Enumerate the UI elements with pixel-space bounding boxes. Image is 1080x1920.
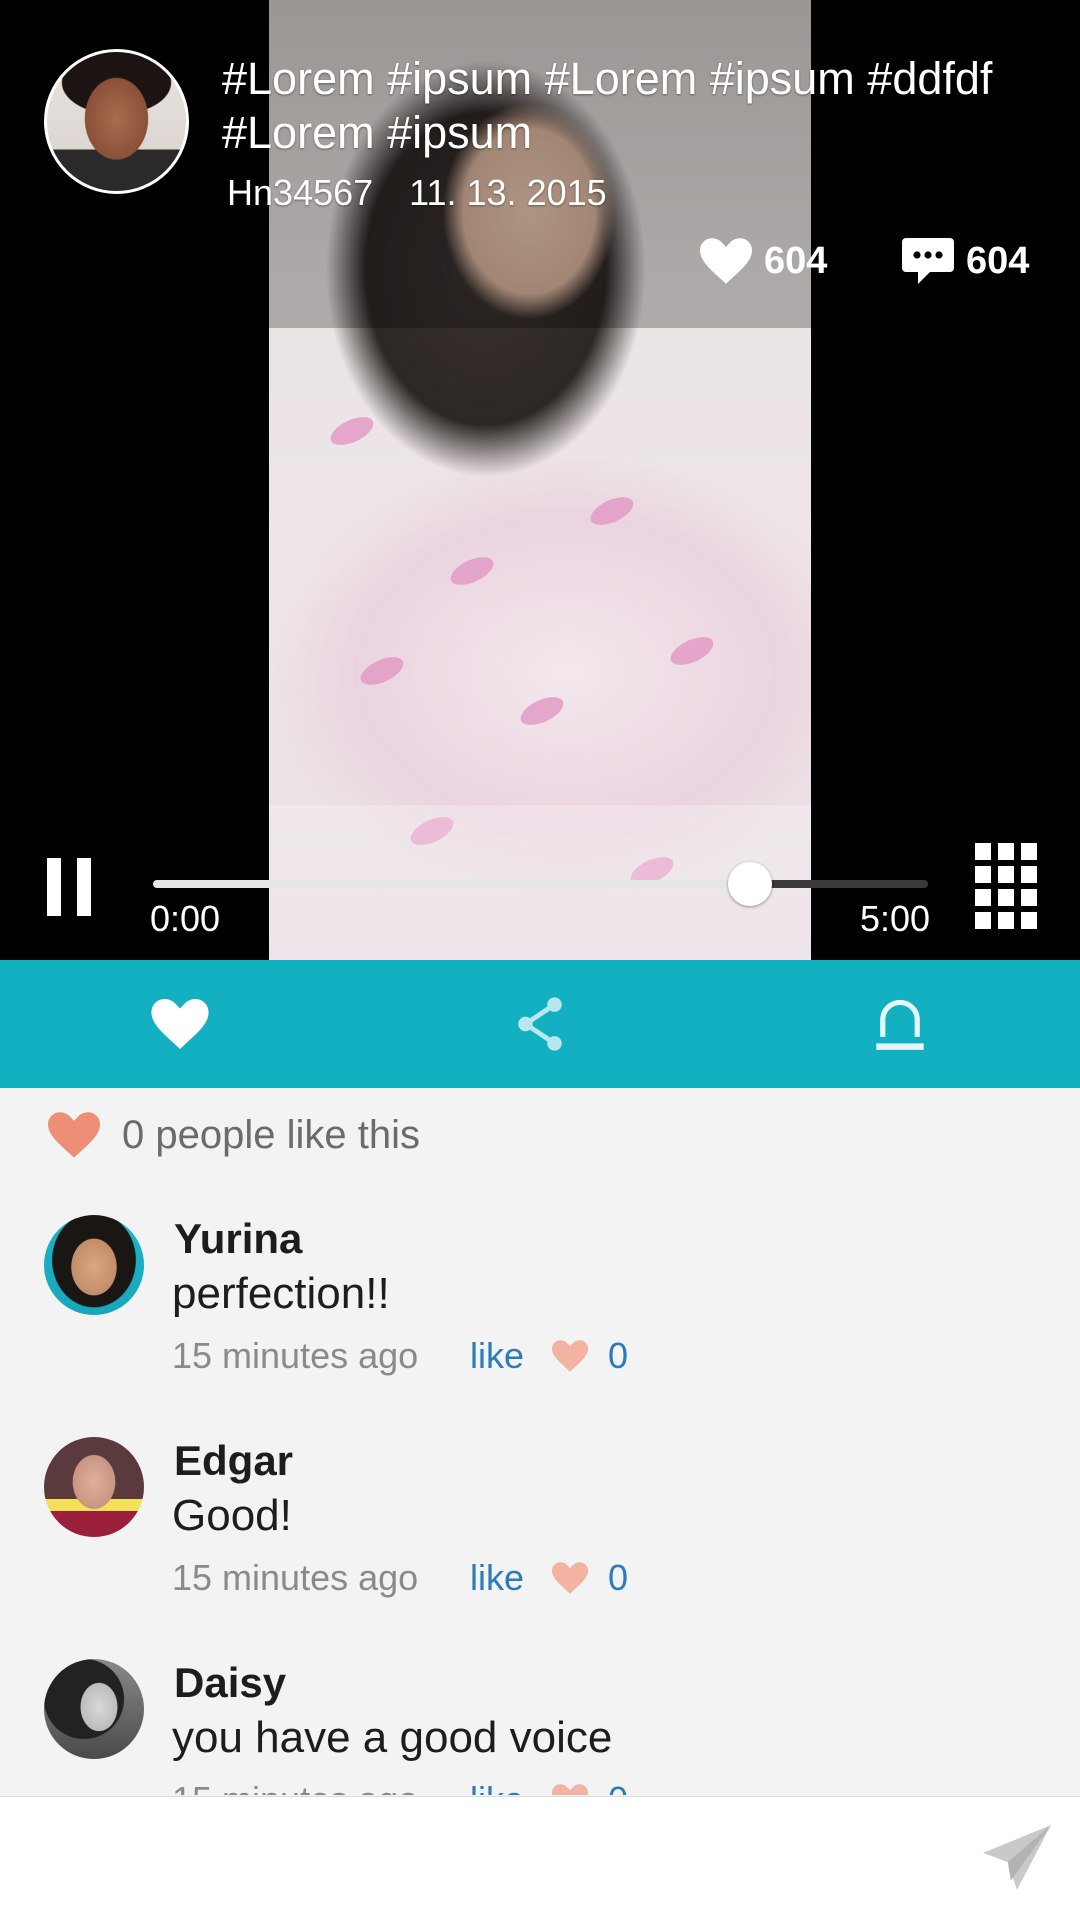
total-time: 5:00 bbox=[860, 898, 931, 939]
comment-author[interactable]: Edgar bbox=[174, 1437, 293, 1485]
comment-meta: 15 minutes ago like 0 bbox=[172, 1557, 628, 1599]
author-avatar[interactable] bbox=[44, 49, 189, 194]
hashtags-line-1: #Lorem #ipsum #Lorem #ipsum #ddfdf bbox=[222, 53, 993, 104]
comment-author[interactable]: Yurina bbox=[174, 1215, 302, 1263]
pause-icon bbox=[47, 858, 61, 916]
comment-text: Good! bbox=[172, 1491, 292, 1540]
heart-icon[interactable] bbox=[552, 1562, 608, 1594]
heart-icon[interactable] bbox=[552, 1784, 608, 1795]
comment-like-button[interactable]: like bbox=[470, 1557, 552, 1599]
like-action-button[interactable] bbox=[0, 960, 360, 1088]
author-id[interactable]: Hn34567 bbox=[227, 172, 373, 214]
send-button[interactable] bbox=[980, 1822, 1054, 1896]
comments-count: 604 bbox=[966, 239, 1030, 282]
likes-stat[interactable]: 604 bbox=[700, 238, 827, 284]
comment-time: 15 minutes ago bbox=[172, 1779, 470, 1795]
share-action-button[interactable] bbox=[360, 960, 720, 1088]
comment-meta: 15 minutes ago like 0 bbox=[172, 1779, 628, 1795]
avatar[interactable] bbox=[44, 1215, 144, 1315]
comment-item: Yurina perfection!! 15 minutes ago like … bbox=[0, 1205, 1080, 1427]
action-bar bbox=[0, 960, 1080, 1088]
comment-time: 15 minutes ago bbox=[172, 1335, 419, 1376]
siren-icon bbox=[876, 999, 924, 1050]
avatar[interactable] bbox=[44, 1437, 144, 1537]
avatar[interactable] bbox=[44, 1659, 144, 1759]
share-icon bbox=[518, 997, 562, 1051]
post-meta: Hn34567 11. 13. 2015 bbox=[227, 172, 607, 214]
comment-time: 15 minutes ago bbox=[172, 1557, 419, 1598]
comment-text: perfection!! bbox=[172, 1269, 390, 1318]
comment-meta: 15 minutes ago like 0 bbox=[172, 1335, 628, 1377]
post-date: 11. 13. 2015 bbox=[409, 172, 607, 213]
comment-text: you have a good voice bbox=[172, 1713, 613, 1762]
likes-summary: 0 people like this bbox=[48, 1112, 420, 1158]
progress-fill bbox=[153, 880, 750, 888]
heart-icon bbox=[48, 1112, 100, 1158]
progress-thumb[interactable] bbox=[727, 862, 772, 906]
comment-like-button[interactable]: like bbox=[470, 1335, 552, 1377]
comment-bubble-icon bbox=[902, 238, 954, 284]
comment-input-bar bbox=[0, 1796, 1080, 1920]
heart-icon bbox=[700, 238, 752, 284]
heart-icon[interactable] bbox=[552, 1340, 608, 1372]
comment-item: Daisy you have a good voice 15 minutes a… bbox=[0, 1649, 1080, 1795]
current-time: 0:00 bbox=[150, 898, 221, 939]
likes-count: 604 bbox=[764, 239, 828, 282]
hashtags-line-2: #Lorem #ipsum bbox=[222, 107, 533, 158]
comment-item: Edgar Good! 15 minutes ago like 0 bbox=[0, 1427, 1080, 1649]
heart-icon bbox=[151, 999, 209, 1049]
post-hashtags: #Lorem #ipsum #Lorem #ipsum #ddfdf #Lore… bbox=[222, 52, 1062, 160]
progress-slider[interactable] bbox=[153, 862, 928, 906]
comment-list[interactable]: Yurina perfection!! 15 minutes ago like … bbox=[0, 1205, 1080, 1795]
comment-like-count: 0 bbox=[608, 1557, 629, 1598]
likes-summary-text: 0 people like this bbox=[122, 1112, 420, 1157]
pause-button[interactable] bbox=[47, 858, 91, 916]
comment-like-count: 0 bbox=[608, 1779, 628, 1795]
paper-plane-icon bbox=[983, 1825, 1051, 1890]
comments-stat[interactable]: 604 bbox=[902, 238, 1029, 284]
video-player[interactable]: #Lorem #ipsum #Lorem #ipsum #ddfdf #Lore… bbox=[0, 0, 1080, 960]
alarm-action-button[interactable] bbox=[720, 960, 1080, 1088]
comment-input[interactable] bbox=[32, 1815, 932, 1901]
comment-like-count: 0 bbox=[608, 1335, 629, 1376]
comment-author[interactable]: Daisy bbox=[174, 1659, 286, 1707]
comment-like-button[interactable]: like bbox=[470, 1779, 552, 1795]
grid-icon[interactable] bbox=[975, 843, 1037, 929]
